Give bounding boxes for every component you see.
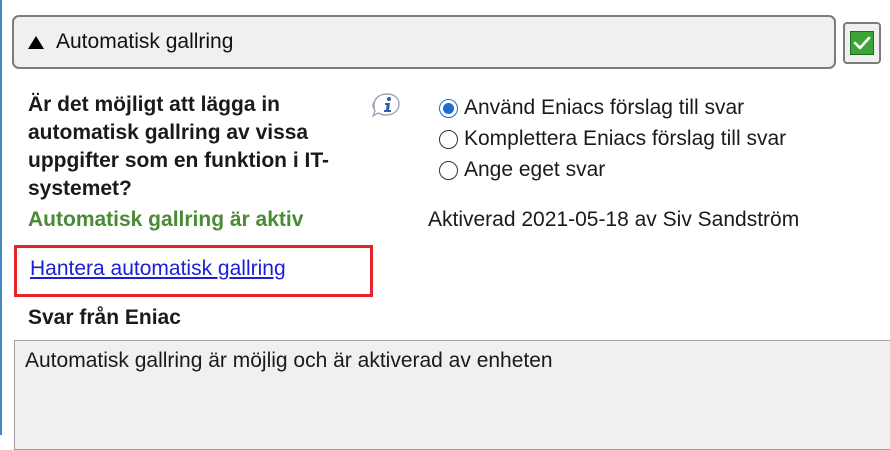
radio-complement-eniac-suggestion[interactable] [439,129,458,149]
option-complement-eniac-suggestion[interactable]: Komplettera Eniacs förslag till svar [439,124,786,154]
automatic-purge-panel: Automatisk gallring Är det möjligt att l… [0,0,890,450]
radio-own-answer[interactable] [439,160,458,180]
answer-title: Svar från Eniac [28,306,181,329]
option-label: Ange eget svar [464,158,606,181]
answer-text: Automatisk gallring är möjlig och är akt… [25,349,553,372]
section-done-checkbox[interactable] [843,22,881,64]
question-text: Är det möjligt att lägga in automatisk g… [28,93,329,200]
activated-info: Aktiverad 2021-05-18 av Siv Sandström [428,208,800,231]
option-label: Komplettera Eniacs förslag till svar [464,127,787,150]
info-icon[interactable] [368,92,402,118]
check-icon [850,31,874,55]
section-title: Automatisk gallring [56,30,234,53]
section-header-automatic-purge[interactable]: Automatisk gallring [12,15,836,69]
answer-text-area: Automatisk gallring är möjlig och är akt… [14,340,890,450]
option-use-eniac-suggestion[interactable]: Använd Eniacs förslag till svar [439,93,786,123]
option-label: Använd Eniacs förslag till svar [464,96,745,119]
answer-options: Använd Eniacs förslag till svar Komplett… [439,93,786,186]
radio-use-eniac-suggestion[interactable] [439,98,458,118]
purge-status-text: Automatisk gallring är aktiv [28,208,304,231]
triangle-up-icon[interactable] [28,35,44,49]
option-own-answer[interactable]: Ange eget svar [439,155,786,185]
manage-automatic-purge-link[interactable]: Hantera automatisk gallring [30,257,286,281]
